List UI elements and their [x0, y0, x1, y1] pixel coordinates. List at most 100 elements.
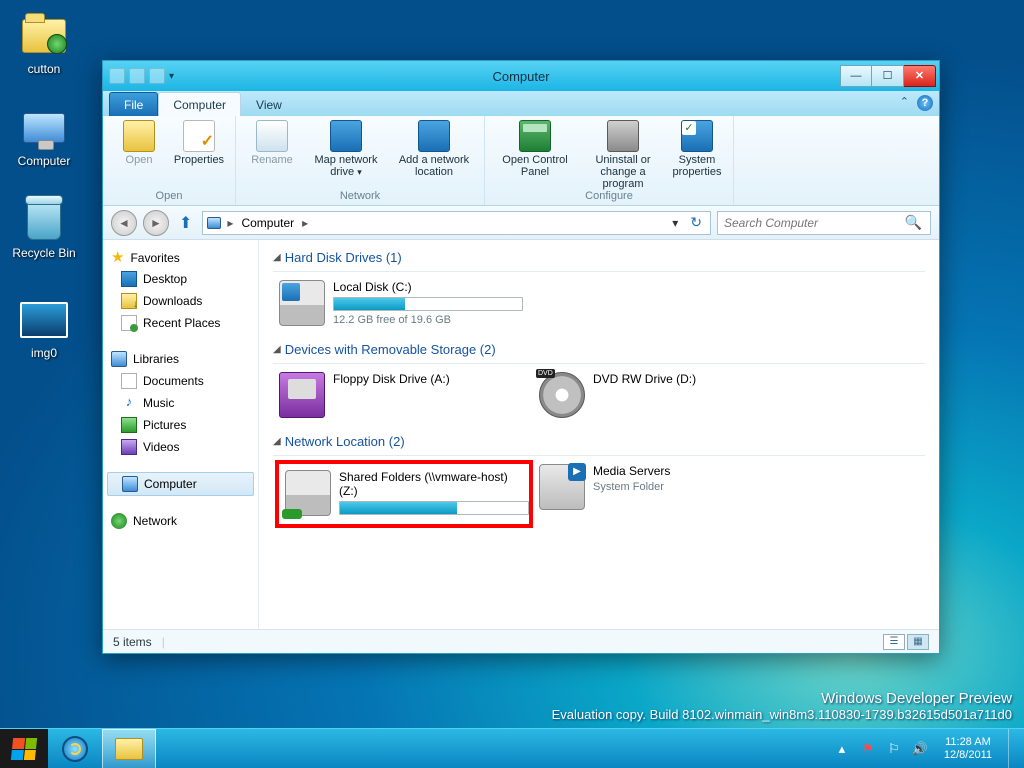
drive-shared-folders-z[interactable]: Shared Folders (\\vmware-host) (Z:)	[279, 464, 529, 524]
recycle-bin-icon	[20, 196, 68, 244]
collapse-icon: ◢	[273, 436, 281, 447]
explorer-icon	[115, 738, 143, 760]
sidebar-item-downloads[interactable]: Downloads	[103, 290, 258, 312]
ribbon-add-location[interactable]: Add a network location	[392, 120, 476, 178]
breadcrumb-computer[interactable]: Computer	[237, 214, 298, 232]
drive-media-servers[interactable]: Media Servers System Folder	[539, 464, 789, 524]
show-desktop-button[interactable]	[1008, 729, 1018, 768]
dvd-icon: DVD	[539, 372, 585, 418]
icon-label: Recycle Bin	[6, 246, 82, 260]
drive-floppy-a[interactable]: Floppy Disk Drive (A:)	[279, 372, 529, 418]
desktop-icon-cutton[interactable]: cutton	[6, 12, 82, 76]
section-hard-disk-drives[interactable]: ◢Hard Disk Drives (1)	[273, 248, 925, 272]
taskbar-explorer[interactable]	[102, 729, 156, 768]
address-dropdown-icon[interactable]: ▾	[668, 216, 682, 230]
drive-label: Floppy Disk Drive (A:)	[333, 372, 529, 386]
sidebar-item-music[interactable]: ♪Music	[103, 392, 258, 414]
forward-button[interactable]: ►	[143, 210, 169, 236]
ribbon-group-label: Configure	[485, 190, 733, 205]
titlebar[interactable]: ▾ Computer — ☐ ✕	[103, 61, 939, 91]
ribbon-group-label: Open	[103, 190, 235, 205]
section-removable-storage[interactable]: ◢Devices with Removable Storage (2)	[273, 340, 925, 364]
network-icon	[111, 513, 127, 529]
sidebar-favorites[interactable]: ★Favorites	[103, 248, 258, 268]
network-drive-icon	[285, 470, 331, 516]
icon-label: cutton	[6, 62, 82, 76]
ribbon-tabs: File Computer View ⌃ ?	[103, 91, 939, 116]
search-icon[interactable]: 🔍	[897, 214, 930, 231]
desktop-icon-computer[interactable]: Computer	[6, 104, 82, 168]
up-button[interactable]: ⬆	[175, 213, 196, 233]
desktop-icon	[121, 271, 137, 287]
sidebar-item-network[interactable]: Network	[103, 510, 258, 532]
status-item-count: 5 items	[113, 635, 152, 649]
tab-file[interactable]: File	[109, 92, 158, 116]
ribbon-properties[interactable]: Properties	[171, 120, 227, 166]
address-bar[interactable]: ▸ Computer ▸ ▾ ↻	[202, 211, 711, 235]
drive-label: DVD RW Drive (D:)	[593, 372, 789, 386]
explorer-window: ▾ Computer — ☐ ✕ File Computer View ⌃ ? …	[102, 60, 940, 654]
ribbon-control-panel[interactable]: Open Control Panel	[493, 120, 577, 178]
documents-icon	[121, 373, 137, 389]
ribbon-system-properties[interactable]: System properties	[669, 120, 725, 178]
ribbon-uninstall[interactable]: Uninstall or change a program	[581, 120, 665, 190]
system-properties-icon	[681, 120, 713, 152]
icon-label: img0	[6, 346, 82, 360]
computer-icon	[20, 104, 68, 152]
ribbon: Open Properties Open Rename Map network …	[103, 116, 939, 206]
sidebar-item-computer[interactable]: Computer	[107, 472, 254, 496]
drive-label: Shared Folders (\\vmware-host) (Z:)	[339, 470, 529, 498]
view-tiles-button[interactable]: ▦	[907, 634, 929, 650]
drive-label: Local Disk (C:)	[333, 280, 529, 294]
ribbon-group-label: Network	[236, 190, 484, 205]
view-details-button[interactable]: ☰	[883, 634, 905, 650]
computer-icon	[207, 217, 221, 229]
drive-label: Media Servers	[593, 464, 789, 478]
window-title: Computer	[103, 69, 939, 84]
collapse-icon: ◢	[273, 344, 281, 355]
desktop-icon-recycle-bin[interactable]: Recycle Bin	[6, 196, 82, 260]
chevron-right-icon[interactable]: ▸	[302, 216, 308, 230]
ribbon-collapse-icon[interactable]: ⌃	[900, 95, 909, 111]
tab-computer[interactable]: Computer	[158, 92, 241, 116]
tray-action-center-icon[interactable]: ⚐	[886, 741, 902, 757]
libraries-icon	[111, 351, 127, 367]
ribbon-map-drive[interactable]: Map network drive ▾	[304, 120, 388, 178]
downloads-icon	[121, 293, 137, 309]
sidebar-item-documents[interactable]: Documents	[103, 370, 258, 392]
sidebar-item-desktop[interactable]: Desktop	[103, 268, 258, 290]
start-button[interactable]	[0, 729, 48, 768]
help-button[interactable]: ?	[917, 95, 933, 111]
ie-icon	[62, 736, 88, 762]
sidebar-item-pictures[interactable]: Pictures	[103, 414, 258, 436]
uninstall-icon	[607, 120, 639, 152]
tray-security-icon[interactable]: ⚑	[860, 741, 876, 757]
sidebar-item-videos[interactable]: Videos	[103, 436, 258, 458]
tab-view[interactable]: View	[241, 92, 297, 116]
drive-sublabel: System Folder	[593, 481, 789, 493]
taskbar-ie[interactable]	[48, 729, 102, 768]
ribbon-open[interactable]: Open	[111, 120, 167, 166]
ribbon-rename[interactable]: Rename	[244, 120, 300, 166]
refresh-button[interactable]: ↻	[686, 214, 706, 231]
sidebar-item-recent[interactable]: Recent Places	[103, 312, 258, 334]
back-button[interactable]: ◄	[111, 210, 137, 236]
tray-arrow-icon[interactable]: ▴	[834, 741, 850, 757]
media-server-icon	[539, 464, 585, 510]
desktop-icon-img0[interactable]: img0	[6, 296, 82, 360]
taskbar-clock[interactable]: 11:28 AM 12/8/2011	[938, 736, 998, 762]
control-panel-icon	[519, 120, 551, 152]
open-icon	[123, 120, 155, 152]
search-input[interactable]	[718, 216, 897, 230]
clock-time: 11:28 AM	[944, 736, 992, 749]
drive-local-disk-c[interactable]: Local Disk (C:) 12.2 GB free of 19.6 GB	[279, 280, 529, 326]
pictures-icon	[121, 417, 137, 433]
navigation-bar: ◄ ► ⬆ ▸ Computer ▸ ▾ ↻ 🔍	[103, 206, 939, 240]
drive-dvd-d[interactable]: DVD DVD RW Drive (D:)	[539, 372, 789, 418]
sidebar-libraries[interactable]: Libraries	[103, 348, 258, 370]
properties-icon	[183, 120, 215, 152]
chevron-right-icon[interactable]: ▸	[227, 216, 233, 230]
section-network-location[interactable]: ◢Network Location (2)	[273, 432, 925, 456]
tray-volume-icon[interactable]: 🔊	[912, 741, 928, 757]
search-box[interactable]: 🔍	[717, 211, 931, 235]
